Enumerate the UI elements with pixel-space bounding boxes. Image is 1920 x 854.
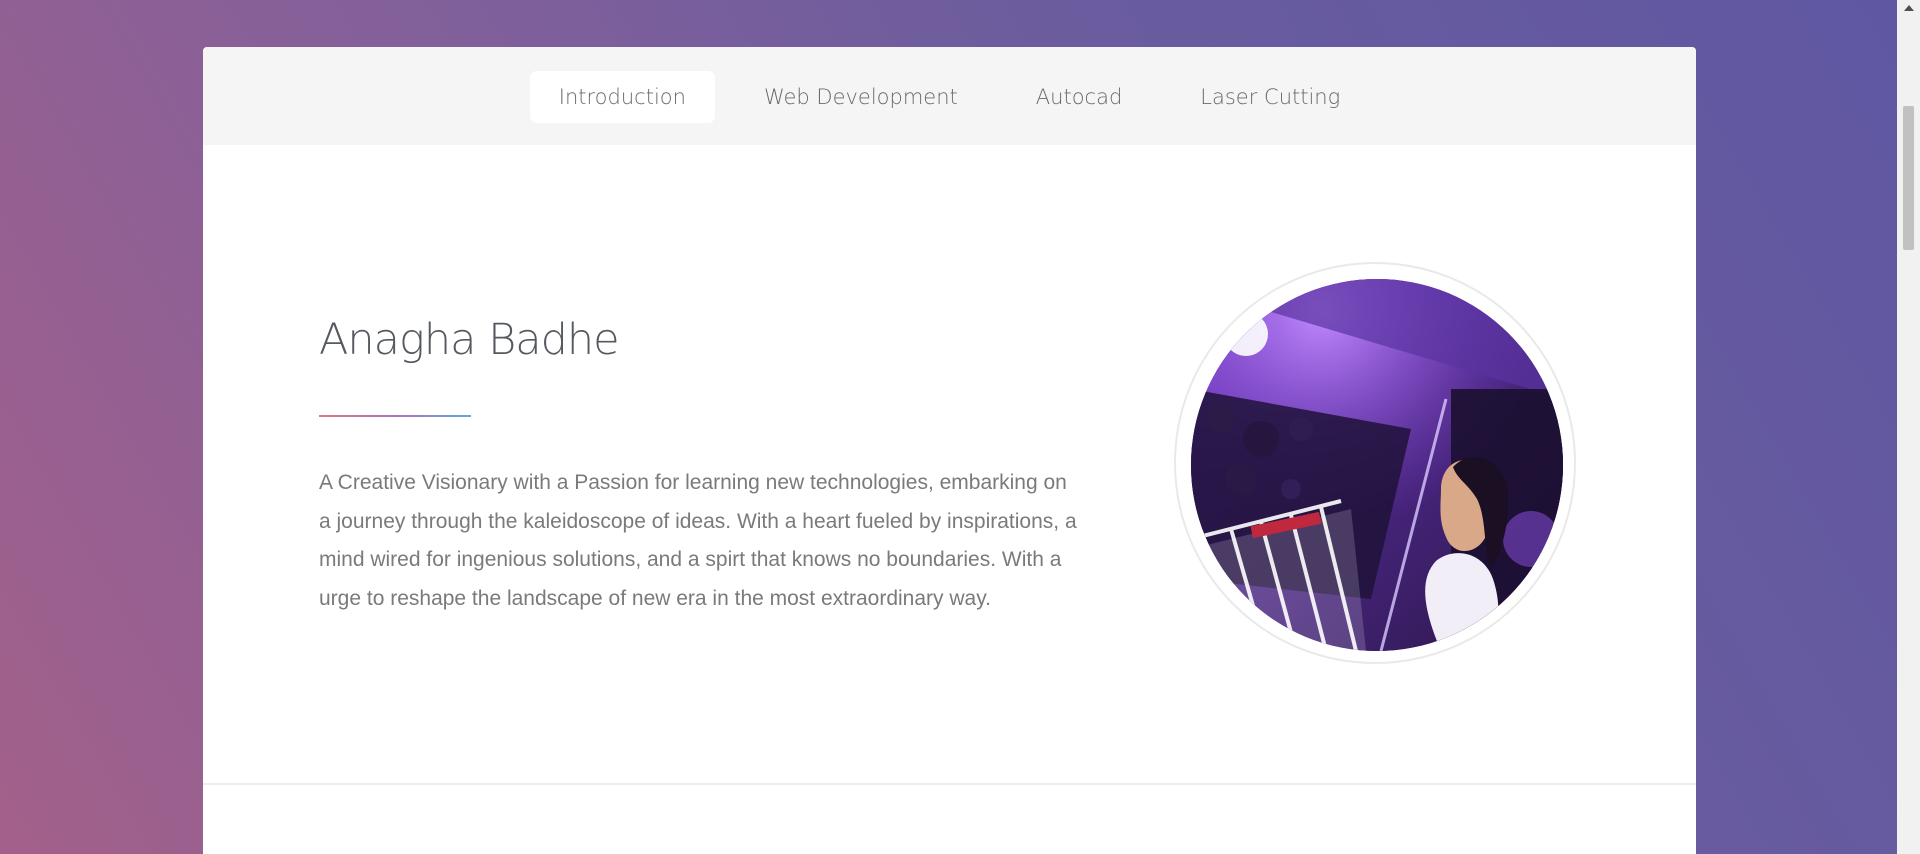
section-divider — [203, 783, 1696, 785]
profile-photo — [1191, 279, 1563, 651]
title-accent-divider — [319, 415, 471, 417]
scroll-up-arrow-icon[interactable] — [1904, 5, 1914, 11]
tab-introduction[interactable]: Introduction — [529, 71, 715, 123]
page-scrollbar[interactable] — [1897, 0, 1920, 854]
intro-bio-text: A Creative Visionary with a Passion for … — [319, 471, 1077, 610]
tab-autocad[interactable]: Autocad — [1007, 71, 1152, 123]
intro-name-heading: Anagha Badhe — [319, 315, 620, 365]
profile-photo-illustration — [1191, 279, 1563, 651]
tab-web-development[interactable]: Web Development — [735, 71, 987, 123]
nav-tabs: Introduction Web Development Autocad Las… — [203, 71, 1696, 123]
page-card: Introduction Web Development Autocad Las… — [203, 47, 1696, 854]
tab-laser-cutting[interactable]: Laser Cutting — [1171, 71, 1369, 123]
top-nav-bar: Introduction Web Development Autocad Las… — [203, 47, 1696, 145]
scrollbar-thumb[interactable] — [1903, 106, 1914, 250]
